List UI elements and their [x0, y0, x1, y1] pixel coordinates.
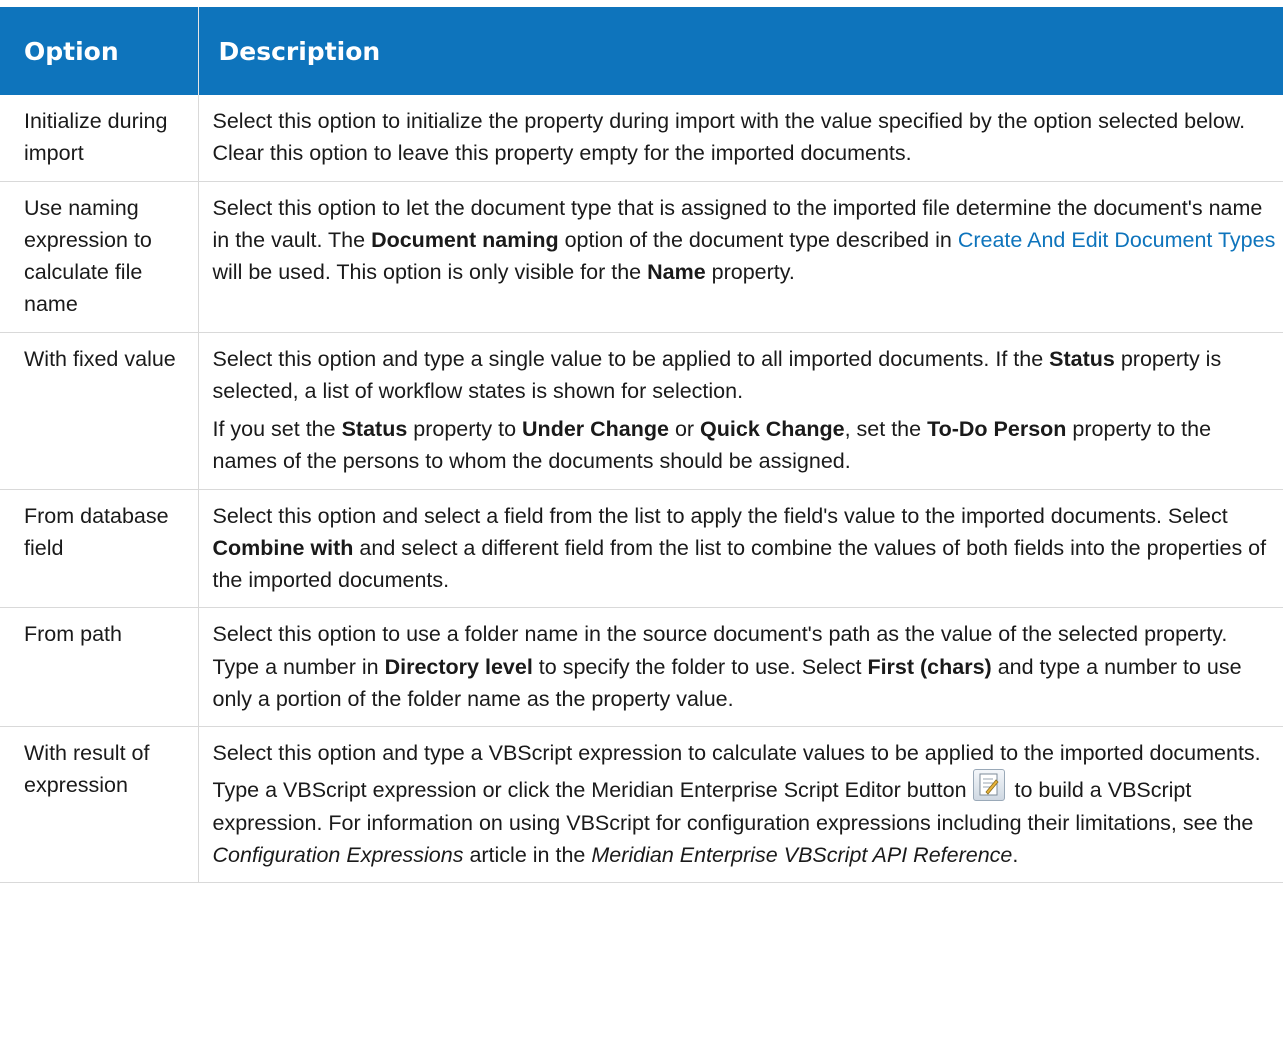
description-column-header: Description: [198, 7, 1283, 95]
table-row: Initialize during import Select this opt…: [0, 95, 1283, 182]
description-text: Select this option to use a folder name …: [212, 622, 1242, 711]
option-description: Select this option and type a VBScript e…: [198, 726, 1283, 883]
table-row: With result of expression Select this op…: [0, 726, 1283, 883]
header-row: Option Description: [0, 7, 1283, 95]
option-name: With result of expression: [0, 726, 199, 883]
table-row: Use naming expression to calculate file …: [0, 181, 1283, 333]
script-editor-icon: [972, 769, 1005, 802]
option-description: Select this option and type a single val…: [198, 332, 1283, 490]
create-edit-document-types-link[interactable]: Create And Edit Document Types: [958, 228, 1276, 252]
description-text: Select this option and type a single val…: [212, 346, 1222, 403]
options-table: Option Description Initialize during imp…: [0, 7, 1283, 883]
option-name: From path: [0, 607, 199, 727]
option-name: Initialize during import: [0, 95, 199, 182]
option-name: Use naming expression to calculate file …: [0, 181, 199, 333]
option-description: Select this option and select a field fr…: [198, 489, 1283, 609]
description-text: Select this option to let the document t…: [212, 195, 1276, 285]
option-column-header: Option: [0, 7, 199, 95]
description-text: Select this option and select a field fr…: [212, 503, 1267, 593]
option-description: Select this option to use a folder name …: [198, 607, 1283, 727]
option-name: From database field: [0, 489, 199, 609]
table-row: From database field Select this option a…: [0, 489, 1283, 609]
description-text: Select this option to initialize the pro…: [212, 109, 1246, 166]
option-description: Select this option to let the document t…: [198, 181, 1283, 333]
option-name: With fixed value: [0, 332, 199, 490]
table-row: From path Select this option to use a fo…: [0, 607, 1283, 727]
option-description: Select this option to initialize the pro…: [198, 95, 1283, 182]
table-row: With fixed value Select this option and …: [0, 332, 1283, 490]
description-text: Select this option and type a VBScript e…: [212, 741, 1261, 867]
description-text: If you set the Status property to Under …: [212, 417, 1212, 474]
